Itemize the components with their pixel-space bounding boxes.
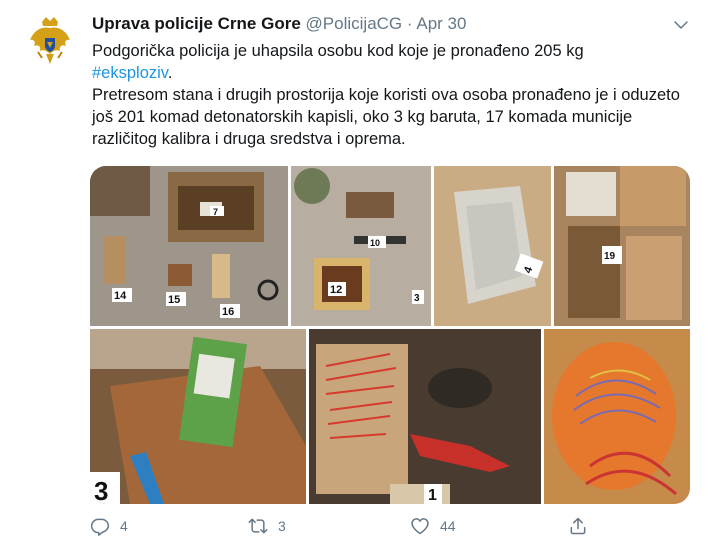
marker-3-bottom: 3 [94, 476, 108, 504]
like-icon [411, 518, 429, 535]
marker-10: 10 [370, 238, 380, 248]
tweet-actions: 4 3 44 [90, 516, 610, 542]
tweet-text: Podgorička policija je uhapsila osobu ko… [92, 40, 692, 150]
photo-evidence-board[interactable]: 3 [90, 329, 306, 504]
photo-evidence-items[interactable] [291, 166, 431, 326]
marker-3-top: 3 [414, 293, 420, 304]
marker-19: 19 [604, 251, 616, 262]
reply-button[interactable]: 4 [90, 516, 128, 536]
evidence-photo-collage: 14 15 16 7 12 10 3 4 19 3 1 [90, 166, 690, 504]
photo-evidence-orange-bag[interactable] [544, 329, 690, 504]
hashtag-suffix: . [167, 64, 173, 82]
tweet-text-para2: Pretresom stana i drugih prostorija koje… [92, 86, 680, 148]
marker-7: 7 [213, 207, 218, 217]
like-count: 44 [440, 518, 456, 534]
tweet-sentence-1: Podgorička policija je uhapsila osobu ko… [92, 42, 584, 60]
marker-15: 15 [168, 294, 180, 306]
marker-1: 1 [428, 487, 437, 504]
photo-evidence-boxes[interactable] [554, 166, 690, 326]
marker-12: 12 [330, 284, 342, 296]
tweet-header: Uprava policije Crne Gore @PolicijaCG · … [92, 14, 690, 38]
tweet-text-line1: Podgorička policija je uhapsila osobu ko… [92, 40, 692, 84]
photo-evidence-floor[interactable] [90, 166, 288, 326]
photo-evidence-wires[interactable]: 1 [309, 329, 541, 504]
share-button[interactable] [568, 516, 588, 536]
author-handle[interactable]: @PolicijaCG [306, 14, 403, 33]
hashtag-link[interactable]: #eksploziv [92, 64, 168, 82]
reply-icon [90, 518, 110, 536]
retweet-icon [248, 518, 268, 534]
retweet-button[interactable]: 3 [248, 516, 286, 536]
tweet-media-collage[interactable]: 14 15 16 7 12 10 3 4 19 3 1 [90, 166, 690, 504]
marker-16: 16 [222, 306, 234, 318]
avatar[interactable] [20, 12, 80, 72]
tweet: Uprava policije Crne Gore @PolicijaCG · … [0, 0, 708, 550]
tweet-date[interactable]: Apr 30 [416, 14, 466, 33]
marker-14: 14 [114, 290, 127, 302]
photo-evidence-bag[interactable] [434, 166, 551, 326]
author-name[interactable]: Uprava policije Crne Gore [92, 14, 301, 33]
like-button[interactable]: 44 [410, 516, 456, 536]
reply-count: 4 [120, 518, 128, 534]
share-icon [570, 517, 586, 535]
retweet-count: 3 [278, 518, 286, 534]
coat-of-arms-icon [20, 12, 80, 72]
separator-dot: · [406, 14, 413, 33]
chevron-down-icon[interactable] [672, 16, 690, 34]
